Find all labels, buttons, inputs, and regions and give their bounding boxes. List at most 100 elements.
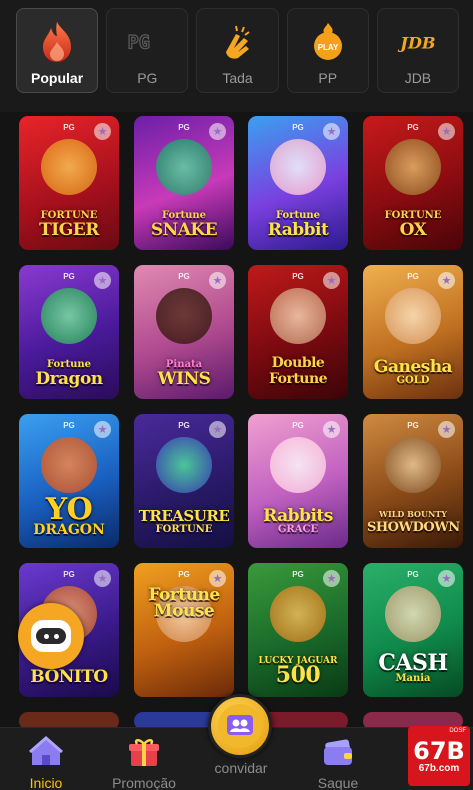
- brand-tag: DOSF: [449, 728, 466, 734]
- tab-label: JDB: [404, 70, 432, 86]
- game-title: Fortune SNAKE: [150, 210, 218, 240]
- provider-tag: PG: [407, 272, 419, 281]
- nav-label: Saque: [317, 775, 359, 790]
- app-root: Popular PG PG Tada PLAY PP JDB JDB PG ★ …: [0, 0, 473, 790]
- provider-tag: PG: [178, 570, 190, 579]
- favorite-star-icon[interactable]: ★: [438, 272, 455, 289]
- provider-tag: PG: [407, 570, 419, 579]
- svg-text:PG: PG: [128, 33, 150, 54]
- game-title: TREASURE FORTUNE: [138, 507, 230, 535]
- game-card-fortune-dragon[interactable]: PG ★ Fortune Dragon: [19, 265, 119, 399]
- game-card-fortune-rabbit[interactable]: PG ★ Fortune Rabbit: [248, 116, 348, 250]
- game-card-wild-bounty-showdown[interactable]: PG ★ WILD BOUNTY SHOWDOWN: [363, 414, 463, 548]
- invite-button[interactable]: [208, 694, 272, 758]
- nav-saque[interactable]: Saque: [298, 736, 378, 790]
- game-card-ganesha-gold[interactable]: PG ★ Ganesha GOLD: [363, 265, 463, 399]
- game-title: FORTUNE TIGER: [39, 210, 99, 240]
- favorite-star-icon[interactable]: ★: [94, 272, 111, 289]
- favorite-star-icon[interactable]: ★: [438, 570, 455, 587]
- favorite-star-icon[interactable]: ★: [438, 421, 455, 438]
- game-title: WILD BOUNTY SHOWDOWN: [367, 509, 460, 535]
- flame-icon: [36, 21, 78, 63]
- game-title: Pinata WINS: [157, 359, 211, 389]
- jdb-logo-icon: JDB: [397, 21, 439, 63]
- gift-icon: [127, 736, 161, 773]
- provider-tag: PG: [63, 123, 75, 132]
- support-robot-button[interactable]: [18, 603, 84, 669]
- game-title: FORTUNE OX: [384, 210, 442, 240]
- game-card-yo-dragon[interactable]: PG ★ YO DRAGON: [19, 414, 119, 548]
- favorite-star-icon[interactable]: ★: [323, 570, 340, 587]
- tab-popular[interactable]: Popular: [16, 8, 99, 93]
- game-card-treasure-fortune[interactable]: PG ★ TREASURE FORTUNE: [134, 414, 234, 548]
- favorite-star-icon[interactable]: ★: [94, 570, 111, 587]
- pg-logo-icon: PG: [126, 21, 168, 63]
- game-title: LUCKY JAGUAR 500: [258, 656, 338, 688]
- game-card-fortune-ox[interactable]: PG ★ FORTUNE OX: [363, 116, 463, 250]
- brand-name: 67B: [413, 736, 465, 765]
- game-title: BONITO: [30, 667, 108, 687]
- tab-label: PG: [137, 70, 158, 86]
- nav-label: convidar: [214, 760, 268, 776]
- invite-people-icon: [218, 704, 262, 748]
- favorite-star-icon[interactable]: ★: [94, 123, 111, 140]
- tab-pp[interactable]: PLAY PP: [286, 8, 369, 93]
- provider-tag: PG: [178, 421, 190, 430]
- game-title: Double Fortune: [268, 355, 328, 387]
- favorite-star-icon[interactable]: ★: [323, 421, 340, 438]
- game-card-fortune-snake[interactable]: PG ★ Fortune SNAKE: [134, 116, 234, 250]
- game-title: Fortune Rabbit: [267, 210, 329, 240]
- game-title: CASH Mania: [378, 650, 448, 684]
- game-card-cash-mania[interactable]: PG ★ CASH Mania: [363, 563, 463, 697]
- provider-tag: PG: [292, 421, 304, 430]
- game-card-lucky-jaguar-500[interactable]: PG ★ LUCKY JAGUAR 500: [248, 563, 348, 697]
- provider-tag: PG: [407, 421, 419, 430]
- nav-label: Promoção: [112, 775, 176, 790]
- provider-tag: PG: [407, 123, 419, 132]
- game-title: Ganesha GOLD: [373, 357, 453, 387]
- tab-label: Popular: [31, 70, 84, 86]
- pp-play-icon: PLAY: [307, 21, 349, 63]
- svg-text:PLAY: PLAY: [317, 43, 338, 52]
- favorite-star-icon[interactable]: ★: [209, 272, 226, 289]
- wallet-icon: [320, 736, 356, 773]
- favorite-star-icon[interactable]: ★: [209, 421, 226, 438]
- tada-hand-icon: [217, 21, 259, 63]
- provider-tag: PG: [292, 570, 304, 579]
- favorite-star-icon[interactable]: ★: [323, 272, 340, 289]
- brand-logo: DOSF 67B 67b.com: [408, 726, 470, 786]
- game-title: Fortune Dragon: [35, 359, 103, 389]
- provider-tabs: Popular PG PG Tada PLAY PP JDB JDB: [0, 0, 473, 112]
- home-icon: [28, 736, 64, 773]
- nav-convidar[interactable]: convidar: [201, 758, 281, 776]
- provider-tag: PG: [63, 421, 75, 430]
- favorite-star-icon[interactable]: ★: [209, 123, 226, 140]
- robot-icon: [31, 620, 71, 652]
- favorite-star-icon[interactable]: ★: [94, 421, 111, 438]
- tab-pg[interactable]: PG PG: [106, 8, 189, 93]
- nav-promocao[interactable]: Promoção: [104, 736, 184, 790]
- provider-tag: PG: [63, 272, 75, 281]
- provider-tag: PG: [178, 123, 190, 132]
- game-title: Rabbits GRACE: [263, 506, 333, 536]
- game-card-pinata-wins[interactable]: PG ★ Pinata WINS: [134, 265, 234, 399]
- favorite-star-icon[interactable]: ★: [323, 123, 340, 140]
- game-card-double-fortune[interactable]: PG ★ Double Fortune: [248, 265, 348, 399]
- game-title: Fortune Mouse: [148, 585, 220, 621]
- game-card-rabbits-grace[interactable]: PG ★ Rabbits GRACE: [248, 414, 348, 548]
- nav-inicio[interactable]: Inicio: [6, 736, 86, 790]
- tab-label: Tada: [222, 70, 253, 86]
- nav-label: Inicio: [29, 775, 63, 790]
- tab-label: PP: [318, 70, 338, 86]
- game-card-fortune-tiger[interactable]: PG ★ FORTUNE TIGER: [19, 116, 119, 250]
- game-card-fortune-mouse[interactable]: PG ★ Fortune Mouse: [134, 563, 234, 697]
- provider-tag: PG: [63, 570, 75, 579]
- svg-text:JDB: JDB: [397, 33, 435, 52]
- tab-tada[interactable]: Tada: [196, 8, 279, 93]
- favorite-star-icon[interactable]: ★: [438, 123, 455, 140]
- tab-jdb[interactable]: JDB JDB: [376, 8, 460, 93]
- provider-tag: PG: [292, 272, 304, 281]
- game-title: YO DRAGON: [33, 492, 105, 538]
- provider-tag: PG: [178, 272, 190, 281]
- brand-domain: 67b.com: [418, 762, 460, 774]
